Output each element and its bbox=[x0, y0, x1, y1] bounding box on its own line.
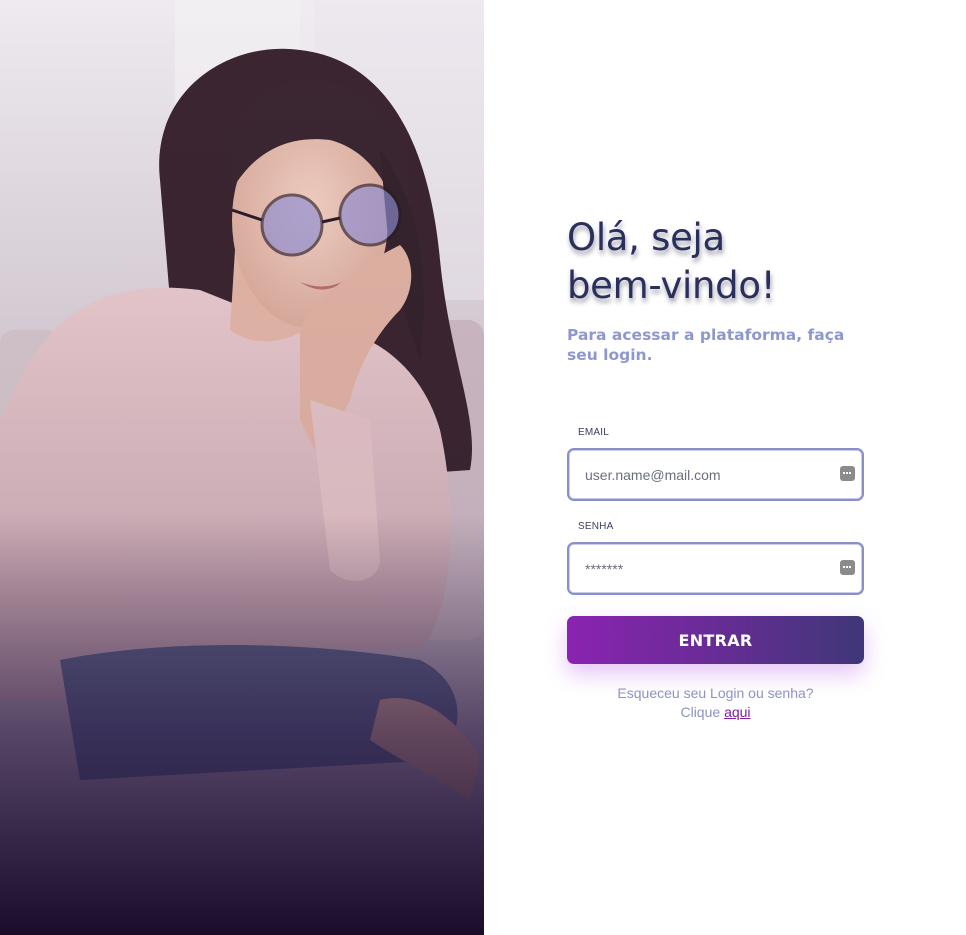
email-label: EMAIL bbox=[578, 427, 610, 438]
click-here-line: Clique aqui bbox=[567, 703, 864, 722]
click-here-link[interactable]: aqui bbox=[724, 704, 750, 720]
password-field-wrapper bbox=[567, 542, 864, 595]
login-page: Olá, seja bem-vindo! Para acessar a plata… bbox=[0, 0, 966, 935]
login-form-panel: Olá, seja bem-vindo! Para acessar a plata… bbox=[484, 0, 966, 935]
click-prefix: Clique bbox=[680, 704, 721, 720]
login-subtitle: Para acessar a plataforma, faça seu logi… bbox=[567, 326, 845, 364]
password-manager-key-icon[interactable] bbox=[840, 466, 855, 481]
password-manager-key-icon[interactable] bbox=[840, 560, 855, 575]
welcome-heading-line2: bem-vindo! bbox=[567, 264, 776, 307]
forgot-credentials: Esqueceu seu Login ou senha? Clique aqui bbox=[567, 684, 864, 722]
woman-photo-illustration bbox=[0, 0, 484, 935]
forgot-text: Esqueceu seu Login ou senha? bbox=[617, 685, 814, 701]
hero-photo bbox=[0, 0, 484, 935]
email-input[interactable] bbox=[585, 450, 835, 499]
password-label: SENHA bbox=[578, 521, 614, 532]
welcome-heading-line1: Olá, seja bbox=[567, 216, 725, 259]
email-field-wrapper bbox=[567, 448, 864, 501]
welcome-heading: Olá, seja bem-vindo! bbox=[567, 214, 867, 310]
password-input[interactable] bbox=[585, 544, 835, 593]
login-submit-button[interactable]: ENTRAR bbox=[567, 616, 864, 664]
